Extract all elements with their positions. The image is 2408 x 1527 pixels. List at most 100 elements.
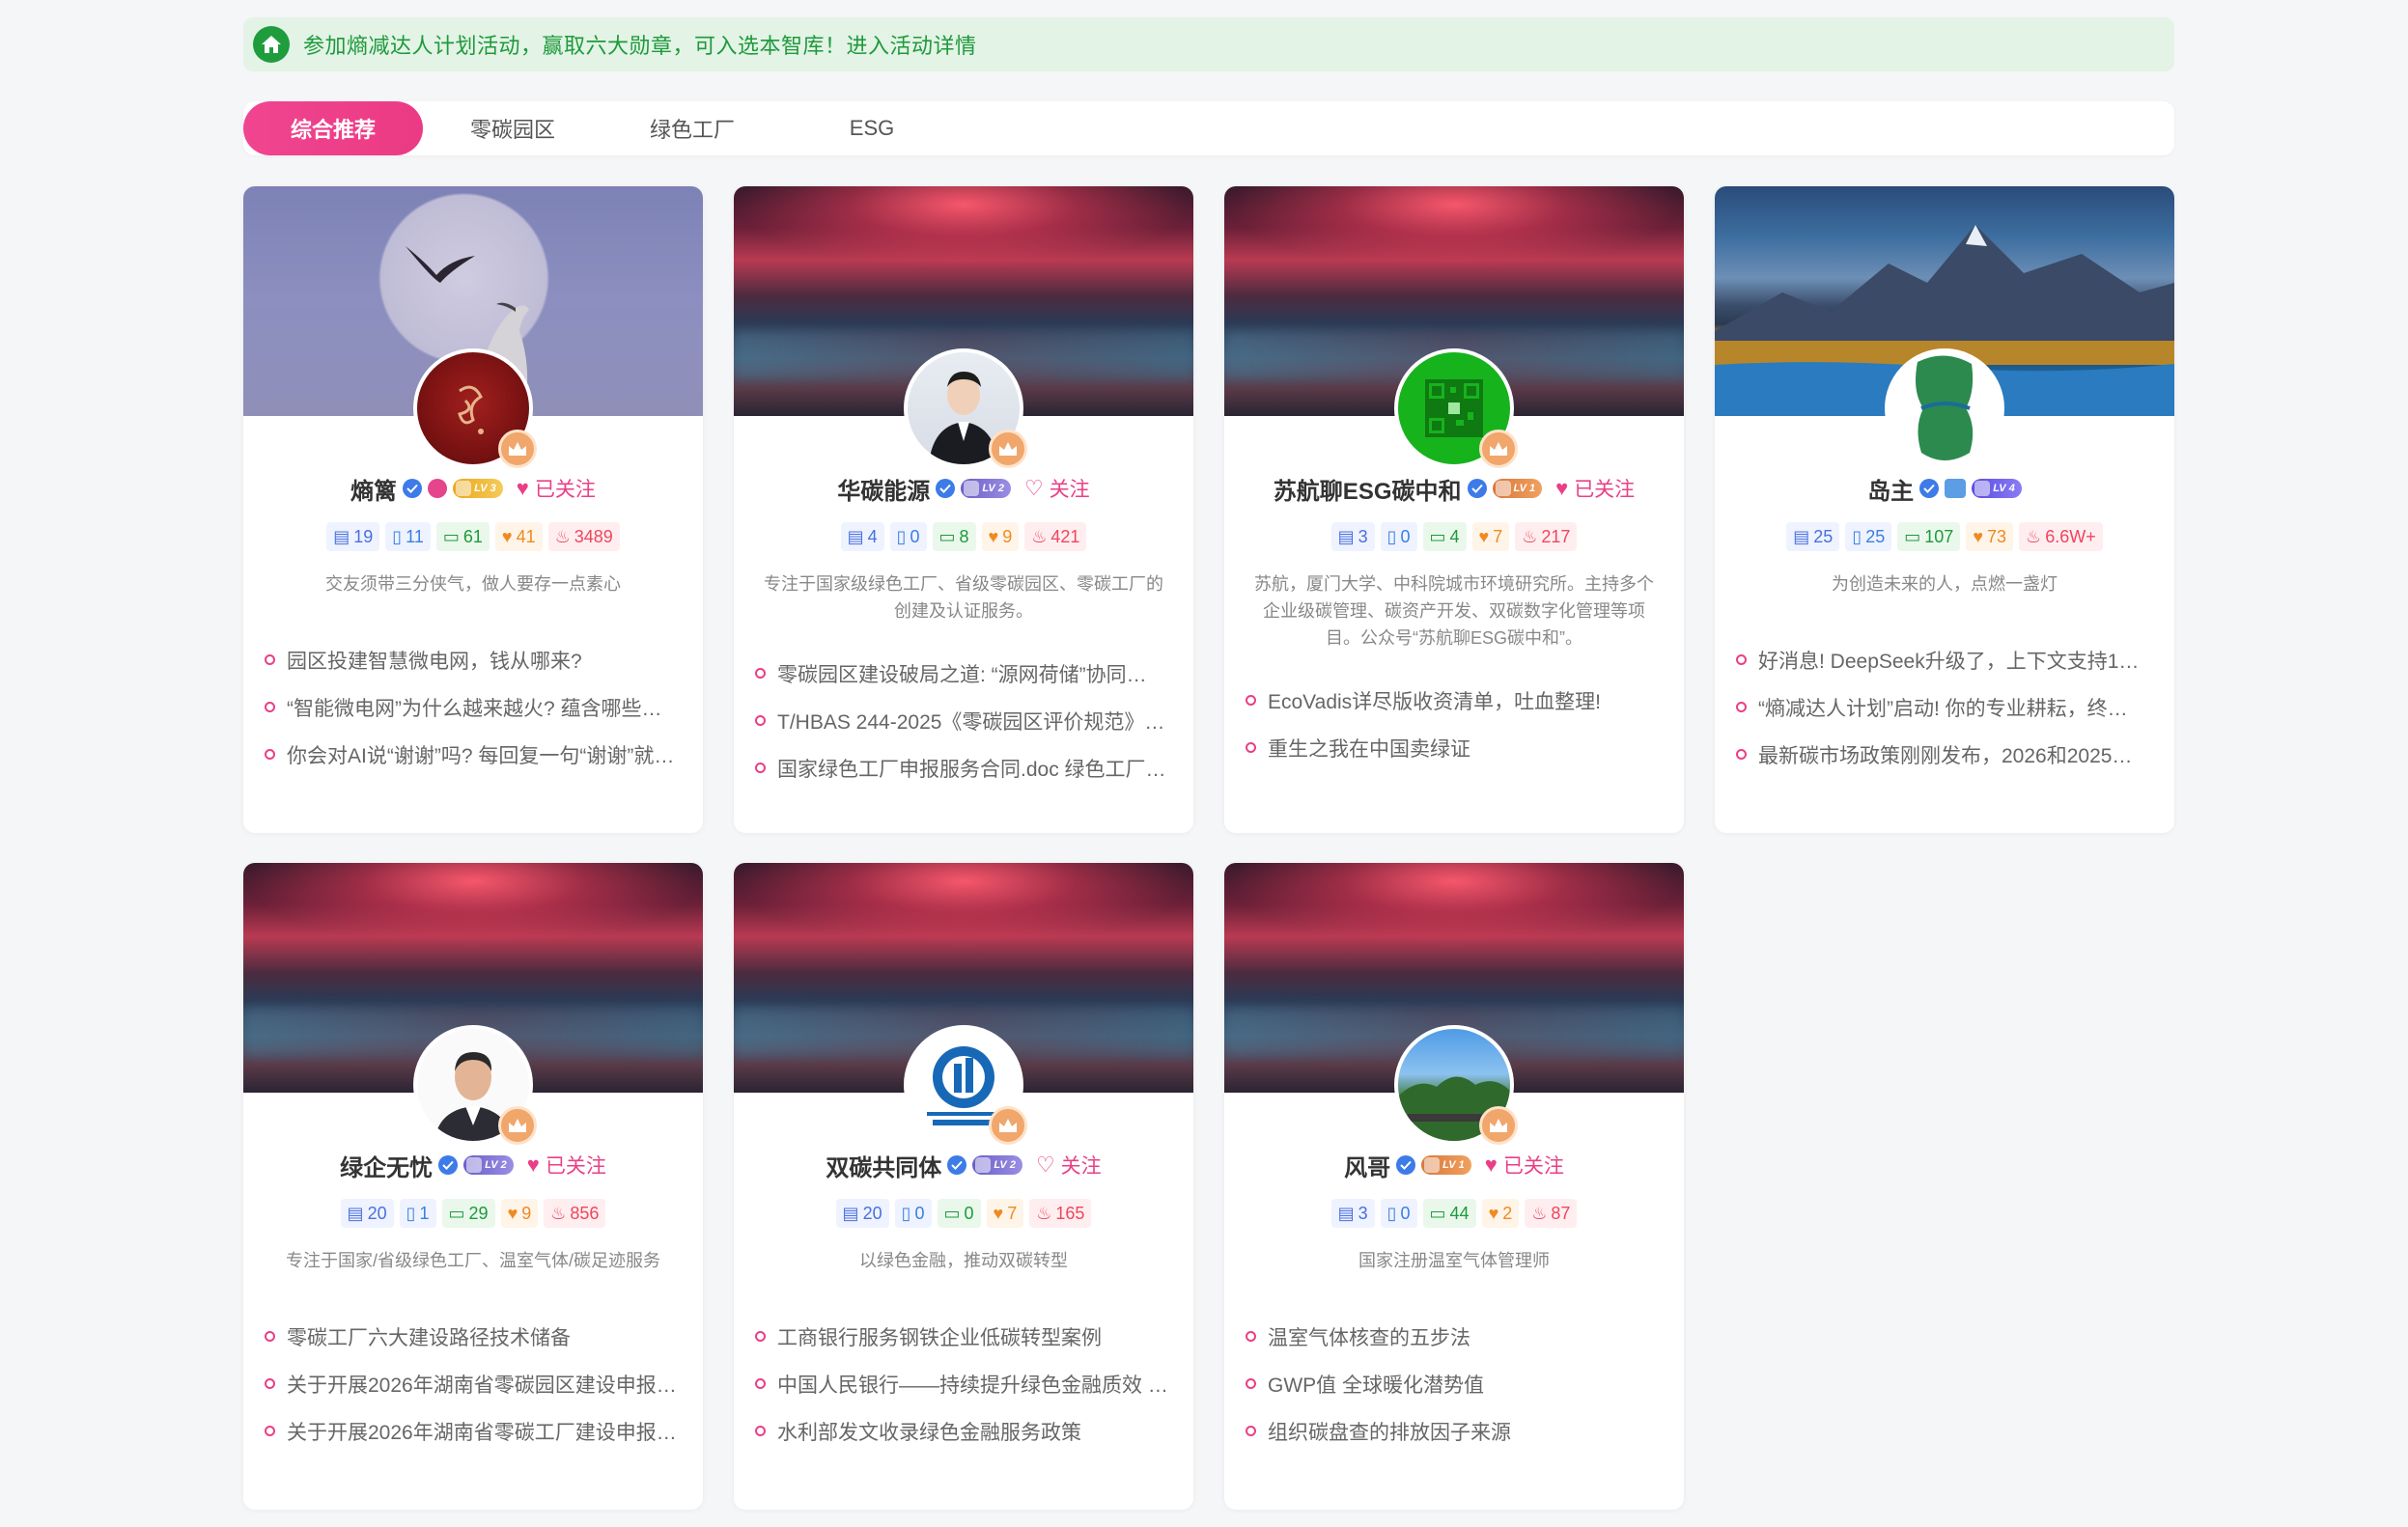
likes-stat[interactable]: ♥ 9 [981, 522, 1020, 551]
post-title[interactable]: 温室气体核查的五步法 [1268, 1322, 1470, 1351]
post-item[interactable]: 关于开展2026年湖南省零碳工厂建设申报… [265, 1407, 682, 1455]
likes-stat[interactable]: ♥ 7 [986, 1199, 1024, 1228]
post-title[interactable]: 关于开展2026年湖南省零碳园区建设申报… [287, 1370, 677, 1399]
post-item[interactable]: 零碳园区建设破局之道: “源网荷储”协同… [755, 650, 1172, 697]
post-title[interactable]: “熵减达人计划”启动! 你的专业耕耘，终… [1758, 693, 2128, 722]
avatar[interactable] [1885, 348, 2004, 468]
tab-green-factory[interactable]: 绿色工厂 [602, 101, 782, 155]
articles-stat[interactable]: ▯ 0 [894, 1199, 932, 1228]
post-title[interactable]: 园区投建智慧微电网，钱从哪来? [287, 646, 582, 675]
author-name[interactable]: 双碳共同体 [826, 1149, 941, 1182]
post-item[interactable]: 你会对AI说“谢谢”吗? 每回复一句“谢谢”就… [265, 731, 682, 778]
post-title[interactable]: 好消息! DeepSeek升级了，上下文支持1… [1758, 646, 2139, 675]
articles-stat[interactable]: ▯ 25 [1845, 522, 1892, 551]
tab-esg[interactable]: ESG [782, 101, 962, 155]
hot-stat[interactable]: ♨ 6.6W+ [2019, 522, 2103, 551]
comments-stat[interactable]: ▤ 3 [1330, 1199, 1375, 1228]
post-title[interactable]: 国家绿色工厂申报服务合同.doc 绿色工厂… [777, 754, 1166, 783]
post-item[interactable]: 关于开展2026年湖南省零碳园区建设申报… [265, 1360, 682, 1407]
post-item[interactable]: “熵减达人计划”启动! 你的专业耕耘，终… [1736, 683, 2153, 731]
comments-stat[interactable]: ▤ 20 [835, 1199, 889, 1228]
post-item[interactable]: 温室气体核查的五步法 [1246, 1313, 1663, 1360]
post-item[interactable]: 工商银行服务钢铁企业低碳转型案例 [755, 1313, 1172, 1360]
post-title[interactable]: 工商银行服务钢铁企业低碳转型案例 [777, 1322, 1102, 1351]
author-name[interactable]: 绿企无忧 [340, 1149, 433, 1182]
post-title[interactable]: 重生之我在中国卖绿证 [1268, 734, 1470, 763]
post-item[interactable]: GWP值 全球暖化潜势值 [1246, 1360, 1663, 1407]
likes-stat[interactable]: ♥ 73 [1966, 522, 2014, 551]
author-name[interactable]: 华碳能源 [837, 472, 930, 506]
comments-stat[interactable]: ▤ 4 [840, 522, 884, 551]
comments-stat[interactable]: ▤ 20 [340, 1199, 394, 1228]
messages-stat[interactable]: ▭ 107 [1897, 522, 1961, 551]
post-title[interactable]: GWP值 全球暖化潜势值 [1268, 1370, 1484, 1399]
author-card[interactable]: 绿企无忧 LV 2 ♥ 已关注 ▤ 20 ▯ 1 ▭ 29 ♥ 9 ♨ 856 专注于国家/… [243, 863, 703, 1510]
articles-stat[interactable]: ▯ 0 [1380, 522, 1417, 551]
tab-zero-carbon-park[interactable]: 零碳园区 [423, 101, 602, 155]
articles-stat[interactable]: ▯ 11 [385, 522, 431, 551]
author-card[interactable]: 双碳共同体 LV 2 ♡ 关注 ▤ 20 ▯ 0 ▭ 0 ♥ 7 ♨ 165 以绿色金融，推… [734, 863, 1193, 1510]
notice-text[interactable]: 参加熵减达人计划活动，赢取六大勋章，可入选本智库！进入活动详情 [303, 29, 977, 60]
follow-button[interactable]: ♥ 已关注 [517, 474, 596, 503]
articles-stat[interactable]: ▯ 0 [1380, 1199, 1417, 1228]
post-item[interactable]: 水利部发文收录绿色金融服务政策 [755, 1407, 1172, 1455]
post-title[interactable]: T/HBAS 244-2025《零碳园区评价规范》… [777, 707, 1164, 736]
follow-button[interactable]: ♥ 已关注 [1555, 474, 1635, 503]
post-item[interactable]: EcoVadis详尽版收资清单，吐血整理! [1246, 677, 1663, 724]
post-item[interactable]: 组织碳盘查的排放因子来源 [1246, 1407, 1663, 1455]
messages-stat[interactable]: ▭ 44 [1422, 1199, 1476, 1228]
post-item[interactable]: 园区投建智慧微电网，钱从哪来? [265, 636, 682, 683]
hot-stat[interactable]: ♨ 165 [1029, 1199, 1092, 1228]
messages-stat[interactable]: ▭ 61 [435, 522, 490, 551]
activity-notice-bar[interactable]: 参加熵减达人计划活动，赢取六大勋章，可入选本智库！进入活动详情 [243, 17, 2174, 71]
post-item[interactable]: 好消息! DeepSeek升级了，上下文支持1… [1736, 636, 2153, 683]
follow-button[interactable]: ♥ 已关注 [527, 1151, 606, 1180]
comments-stat[interactable]: ▤ 19 [326, 522, 380, 551]
post-title[interactable]: 关于开展2026年湖南省零碳工厂建设申报… [287, 1417, 677, 1446]
likes-stat[interactable]: ♥ 41 [494, 522, 543, 551]
likes-stat[interactable]: ♥ 2 [1481, 1199, 1520, 1228]
comments-stat[interactable]: ▤ 25 [1786, 522, 1840, 551]
post-title[interactable]: “智能微电网”为什么越来越火? 蕴含哪些… [287, 693, 662, 722]
post-title[interactable]: 零碳工厂六大建设路径技术储备 [287, 1322, 571, 1351]
post-item[interactable]: 最新碳市场政策刚刚发布，2026和2025… [1736, 731, 2153, 778]
post-item[interactable]: 重生之我在中国卖绿证 [1246, 724, 1663, 771]
articles-stat[interactable]: ▯ 1 [399, 1199, 436, 1228]
post-title[interactable]: 组织碳盘查的排放因子来源 [1268, 1417, 1511, 1446]
post-item[interactable]: 中国人民银行——持续提升绿色金融质效 … [755, 1360, 1172, 1407]
author-name[interactable]: 熵篱 [350, 472, 397, 506]
messages-stat[interactable]: ▭ 8 [932, 522, 976, 551]
author-name[interactable]: 苏航聊ESG碳中和 [1274, 472, 1462, 506]
likes-stat[interactable]: ♥ 7 [1471, 522, 1510, 551]
follow-button[interactable]: ♡ 关注 [1036, 1151, 1102, 1180]
likes-stat[interactable]: ♥ 9 [500, 1199, 539, 1228]
tab-recommended[interactable]: 综合推荐 [243, 101, 423, 155]
follow-button[interactable]: ♡ 关注 [1024, 474, 1090, 503]
post-title[interactable]: 最新碳市场政策刚刚发布，2026和2025… [1758, 740, 2132, 769]
comments-stat[interactable]: ▤ 3 [1330, 522, 1375, 551]
post-item[interactable]: 国家绿色工厂申报服务合同.doc 绿色工厂… [755, 744, 1172, 791]
post-title[interactable]: EcoVadis详尽版收资清单，吐血整理! [1268, 686, 1601, 715]
author-name[interactable]: 岛主 [1867, 472, 1914, 506]
hot-stat[interactable]: ♨ 421 [1024, 522, 1087, 551]
author-card[interactable]: 熵篱 LV 3 ♥ 已关注 ▤ 19 ▯ 11 ▭ 61 ♥ 41 ♨ 3489 交友须带三… [243, 186, 703, 833]
articles-stat[interactable]: ▯ 0 [889, 522, 927, 551]
follow-button[interactable]: ♥ 已关注 [1485, 1151, 1564, 1180]
post-title[interactable]: 中国人民银行——持续提升绿色金融质效 … [777, 1370, 1168, 1399]
author-card[interactable]: 风哥 LV 1 ♥ 已关注 ▤ 3 ▯ 0 ▭ 44 ♥ 2 ♨ 87 国家注册温室气体管理… [1224, 863, 1684, 1510]
author-card[interactable]: 岛主 LV 4 ▤ 25 ▯ 25 ▭ 107 ♥ 73 ♨ 6.6W+ 为创造未来的人，… [1715, 186, 2174, 833]
messages-stat[interactable]: ▭ 0 [937, 1199, 981, 1228]
post-item[interactable]: 零碳工厂六大建设路径技术储备 [265, 1313, 682, 1360]
author-name[interactable]: 风哥 [1344, 1149, 1390, 1182]
author-card[interactable]: 苏航聊ESG碳中和 LV 1 ♥ 已关注 ▤ 3 ▯ 0 ▭ 4 ♥ 7 ♨ 217 苏航，… [1224, 186, 1684, 833]
hot-stat[interactable]: ♨ 217 [1515, 522, 1578, 551]
post-item[interactable]: “智能微电网”为什么越来越火? 蕴含哪些… [265, 683, 682, 731]
post-title[interactable]: 零碳园区建设破局之道: “源网荷储”协同… [777, 659, 1147, 688]
hot-stat[interactable]: ♨ 856 [544, 1199, 606, 1228]
author-card[interactable]: 华碳能源 LV 2 ♡ 关注 ▤ 4 ▯ 0 ▭ 8 ♥ 9 ♨ 421 专注于国家级绿色工… [734, 186, 1193, 833]
hot-stat[interactable]: ♨ 3489 [547, 522, 620, 551]
hot-stat[interactable]: ♨ 87 [1525, 1199, 1578, 1228]
post-title[interactable]: 你会对AI说“谢谢”吗? 每回复一句“谢谢”就… [287, 740, 674, 769]
messages-stat[interactable]: ▭ 4 [1422, 522, 1467, 551]
post-item[interactable]: T/HBAS 244-2025《零碳园区评价规范》… [755, 697, 1172, 744]
